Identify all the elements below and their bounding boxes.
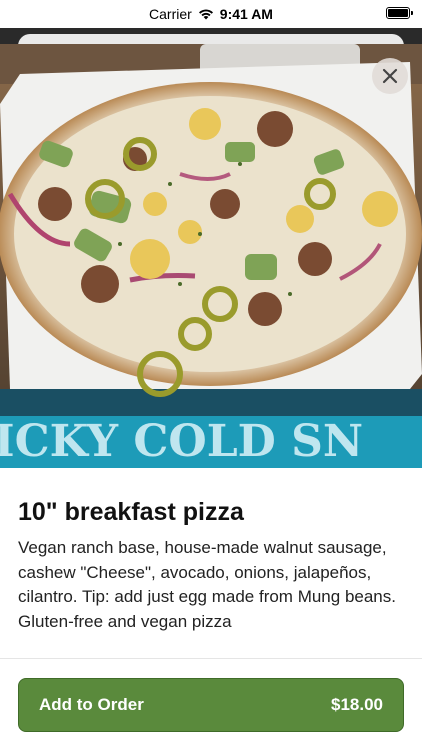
close-button[interactable]	[372, 58, 408, 94]
status-bar: Carrier 9:41 AM	[0, 0, 422, 28]
sign-text: ICKY COLD SN	[0, 416, 363, 467]
close-icon	[382, 68, 398, 84]
pizza-image: ICKY COLD SN	[0, 44, 422, 468]
item-description: Vegan ranch base, house-made walnut saus…	[18, 538, 396, 631]
divider	[0, 658, 422, 659]
item-photo: ICKY COLD SN	[0, 44, 422, 468]
status-center: Carrier 9:41 AM	[149, 6, 273, 22]
battery-icon	[386, 7, 413, 19]
carrier-label: Carrier	[149, 6, 192, 22]
item-title: 10" breakfast pizza	[18, 498, 244, 526]
add-to-order-button[interactable]: Add to Order $18.00	[18, 678, 404, 732]
add-to-order-label: Add to Order	[39, 695, 144, 714]
item-details: 10" breakfast pizza Vegan ranch base, ho…	[0, 468, 422, 750]
price-label: $18.00	[331, 695, 383, 714]
wifi-icon	[198, 9, 213, 20]
clock: 9:41 AM	[219, 6, 273, 22]
